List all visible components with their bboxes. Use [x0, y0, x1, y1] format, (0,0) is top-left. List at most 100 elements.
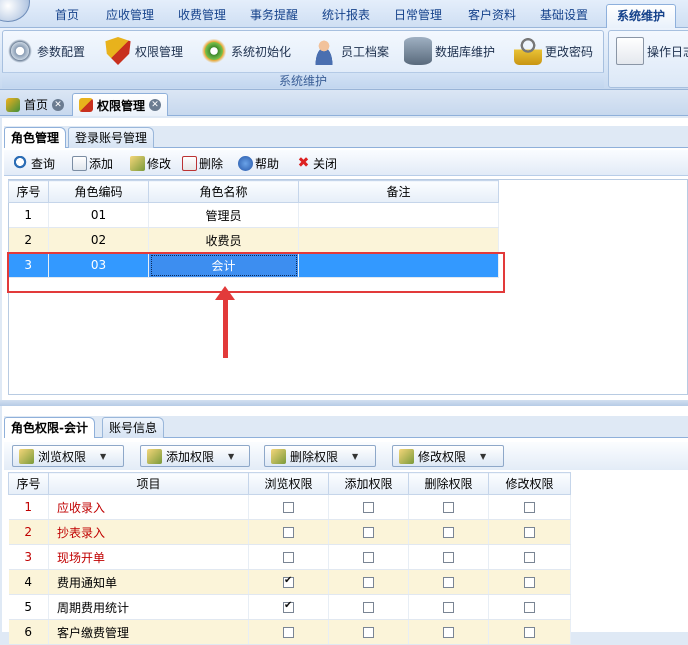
tab-reminders[interactable]: 事务提醒 — [242, 4, 306, 28]
checkbox-add[interactable] — [363, 527, 374, 538]
close-button[interactable]: ✖ 关闭 — [296, 154, 337, 172]
browse-permission-dropdown[interactable]: 浏览权限 ▼ — [12, 445, 124, 467]
lock-icon — [514, 37, 542, 65]
cell-edit — [488, 594, 571, 620]
doc-tab-permission-label: 权限管理 — [97, 98, 146, 113]
permission-management-button[interactable]: 权限管理 — [104, 35, 183, 67]
panel-splitter[interactable] — [0, 400, 688, 406]
table-row[interactable]: 1 应收录入 — [8, 494, 571, 520]
employee-records-button[interactable]: 员工档案 — [310, 35, 389, 67]
table-row[interactable]: 3 现场开单 — [8, 544, 571, 570]
checkbox-del[interactable] — [443, 577, 454, 588]
table-row[interactable]: 6 客户缴费管理 — [8, 619, 571, 645]
document-icon — [616, 37, 644, 65]
checkbox-edit[interactable] — [524, 577, 535, 588]
checkbox-view[interactable] — [283, 502, 294, 513]
operation-log-button[interactable]: 操作日志 — [616, 35, 688, 67]
col-header-view[interactable]: 浏览权限 — [248, 472, 329, 495]
permission-table: 序号 项目 浏览权限 添加权限 删除权限 修改权限 1 应收录入 2 抄表录入 3 现场开… — [8, 472, 571, 645]
table-row[interactable]: 4 费用通知单 — [8, 569, 571, 595]
cell-item: 现场开单 — [48, 544, 249, 570]
checkbox-del[interactable] — [443, 602, 454, 613]
checkbox-add[interactable] — [363, 602, 374, 613]
change-password-button[interactable]: 更改密码 — [514, 35, 593, 67]
checkbox-del[interactable] — [443, 502, 454, 513]
col-header-item[interactable]: 项目 — [48, 472, 249, 495]
cell-view — [248, 619, 329, 645]
delete-permission-dropdown[interactable]: 删除权限 ▼ — [264, 445, 376, 467]
checkbox-view[interactable] — [283, 527, 294, 538]
system-init-button[interactable]: 系统初始化 — [200, 35, 291, 67]
checkbox-add[interactable] — [363, 552, 374, 563]
table-row[interactable]: 1 01 管理员 — [8, 202, 499, 228]
col-header-add[interactable]: 添加权限 — [328, 472, 409, 495]
tab-role-management[interactable]: 角色管理 — [4, 127, 67, 148]
tab-home[interactable]: 首页 — [44, 4, 90, 28]
checkbox-edit[interactable] — [524, 502, 535, 513]
checkbox-edit[interactable] — [524, 602, 535, 613]
tab-customers[interactable]: 客户资料 — [460, 4, 524, 28]
cell-note — [298, 227, 499, 253]
tab-login-accounts[interactable]: 登录账号管理 — [68, 127, 155, 148]
shield-icon — [105, 37, 131, 65]
tab-account-info[interactable]: 账号信息 — [102, 417, 165, 438]
table-row[interactable]: 5 周期费用统计 — [8, 594, 571, 620]
col-header-delete[interactable]: 删除权限 — [408, 472, 489, 495]
cell-item: 费用通知单 — [48, 569, 249, 595]
close-icon[interactable]: ✕ — [149, 99, 162, 111]
add-doc-icon — [72, 155, 87, 171]
checkbox-del[interactable] — [443, 527, 454, 538]
cell-del — [408, 619, 489, 645]
database-icon — [404, 37, 432, 65]
colorful-gear-icon — [200, 37, 228, 65]
tab-daily[interactable]: 日常管理 — [386, 4, 450, 28]
col-header-role-code[interactable]: 角色编码 — [48, 180, 149, 203]
col-header-no[interactable]: 序号 — [8, 472, 49, 495]
delete-label: 删除 — [199, 156, 224, 171]
checkbox-view[interactable] — [283, 552, 294, 563]
cell-no: 5 — [8, 594, 49, 620]
checkbox-edit[interactable] — [524, 552, 535, 563]
add-permission-dropdown[interactable]: 添加权限 ▼ — [140, 445, 250, 467]
edit-button[interactable]: 修改 — [130, 154, 171, 172]
checkbox-view[interactable] — [283, 575, 294, 588]
tab-billing[interactable]: 收费管理 — [170, 4, 234, 28]
doc-tab-permission[interactable]: 权限管理 ✕ — [72, 93, 169, 116]
col-header-no[interactable]: 序号 — [8, 180, 49, 203]
delete-button[interactable]: 删除 — [182, 154, 223, 172]
close-icon[interactable]: ✕ — [52, 98, 65, 111]
database-maintenance-button[interactable]: 数据库维护 — [404, 35, 495, 67]
query-button[interactable]: 查询 — [14, 154, 55, 172]
table-row[interactable]: 2 抄表录入 — [8, 519, 571, 545]
param-config-button[interactable]: 参数配置 — [6, 35, 85, 67]
col-header-role-name[interactable]: 角色名称 — [148, 180, 299, 203]
doc-tab-home[interactable]: 首页 ✕ — [0, 93, 70, 116]
checkbox-add[interactable] — [363, 502, 374, 513]
edit-permission-dropdown[interactable]: 修改权限 ▼ — [392, 445, 504, 467]
tab-system-maintenance[interactable]: 系统维护 — [606, 4, 676, 28]
cell-view — [248, 594, 329, 620]
checkbox-view[interactable] — [283, 600, 294, 613]
cell-view — [248, 569, 329, 595]
tab-role-permissions[interactable]: 角色权限-会计 — [4, 417, 95, 438]
col-header-edit[interactable]: 修改权限 — [488, 472, 571, 495]
cell-no: 2 — [8, 519, 49, 545]
close-label: 关闭 — [313, 156, 338, 171]
table-row[interactable]: 2 02 收费员 — [8, 227, 499, 253]
cell-del — [408, 569, 489, 595]
tab-basic-settings[interactable]: 基础设置 — [532, 4, 596, 28]
cell-edit — [488, 544, 571, 570]
col-header-note[interactable]: 备注 — [298, 180, 499, 203]
add-permission-label: 添加权限 — [166, 449, 215, 464]
tab-receivables[interactable]: 应收管理 — [98, 4, 162, 28]
checkbox-del[interactable] — [443, 552, 454, 563]
cell-edit — [488, 569, 571, 595]
checkbox-edit[interactable] — [524, 527, 535, 538]
help-label: 帮助 — [255, 156, 280, 171]
tab-reports[interactable]: 统计报表 — [314, 4, 378, 28]
add-button[interactable]: 添加 — [72, 154, 113, 172]
user-icon — [310, 37, 338, 65]
checkbox-add[interactable] — [363, 577, 374, 588]
help-button[interactable]: 帮助 — [238, 154, 279, 172]
cell-add — [328, 594, 409, 620]
